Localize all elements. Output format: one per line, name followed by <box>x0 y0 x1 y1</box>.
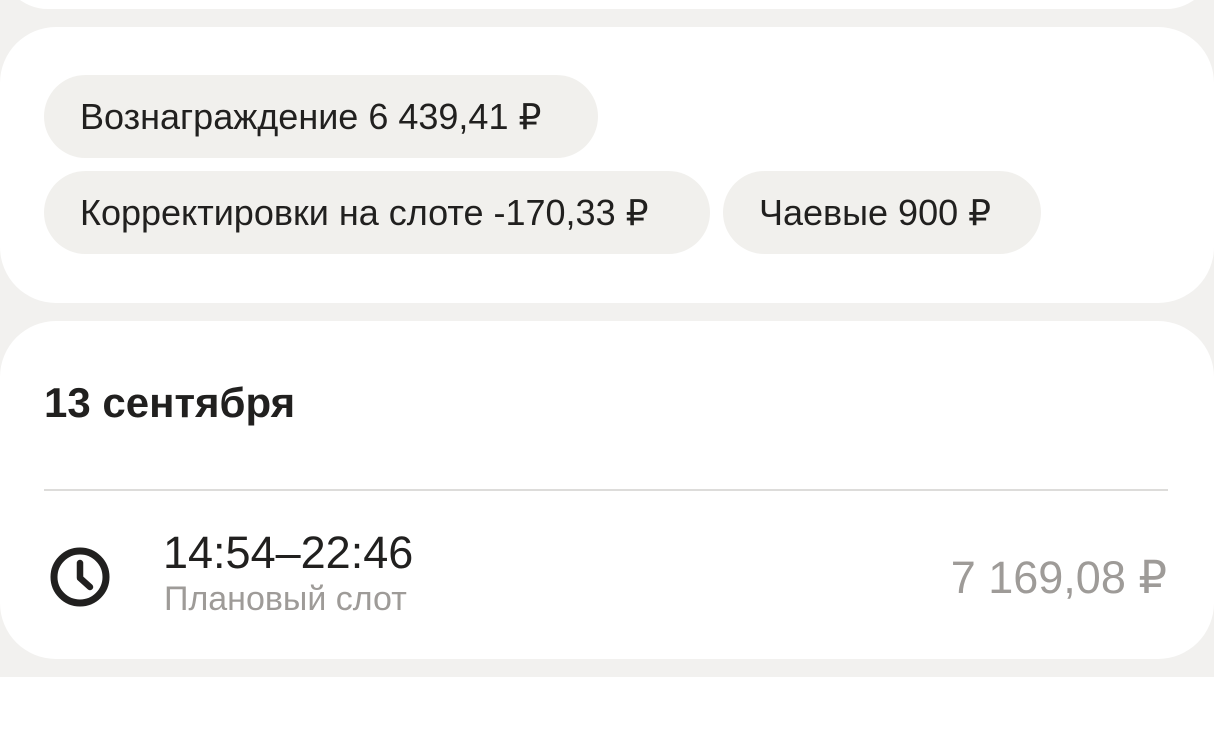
tips-chip-label: Чаевые 900 ₽ <box>759 191 992 233</box>
day-card: 13 сентября 14:54–22:46 Плановый слот 7 … <box>0 321 1214 659</box>
reward-chip[interactable]: Вознаграждение 6 439,41 ₽ <box>44 75 598 158</box>
corrections-chip-label: Корректировки на слоте -170,33 ₽ <box>80 191 649 233</box>
corrections-chip[interactable]: Корректировки на слоте -170,33 ₽ <box>44 171 710 254</box>
slot-row[interactable]: 14:54–22:46 Плановый слот 7 169,08 ₽ <box>0 491 1214 659</box>
previous-card <box>0 0 1214 9</box>
reward-chip-label: Вознаграждение 6 439,41 ₽ <box>80 95 542 137</box>
slot-time: 14:54–22:46 <box>163 527 414 578</box>
slot-type: Плановый слот <box>164 580 407 618</box>
day-title: 13 сентября <box>44 379 296 426</box>
earnings-breakdown-card: Вознаграждение 6 439,41 ₽ Корректировки … <box>0 27 1214 303</box>
page: Вознаграждение 6 439,41 ₽ Корректировки … <box>0 0 1214 677</box>
tips-chip[interactable]: Чаевые 900 ₽ <box>723 171 1041 254</box>
slot-amount: 7 169,08 ₽ <box>950 552 1167 603</box>
clock-icon <box>48 545 112 609</box>
